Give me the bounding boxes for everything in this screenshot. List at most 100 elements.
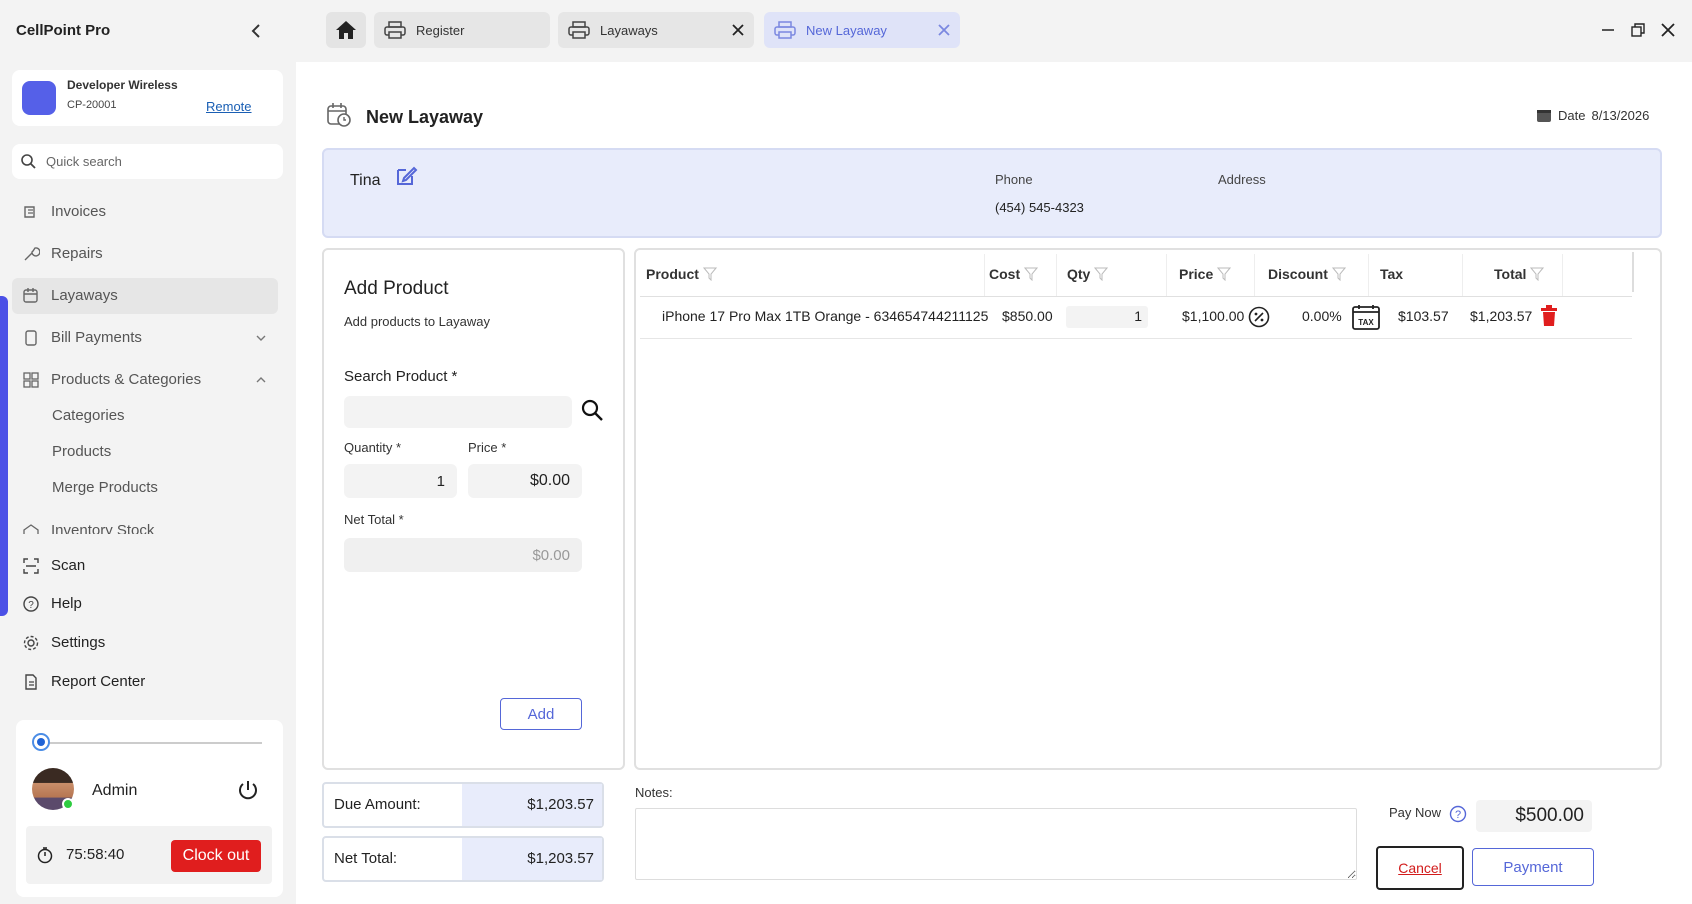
due-amount-value: $1,203.57 (527, 796, 594, 813)
sidebar-item-inventory-stock[interactable]: Inventory Stock (12, 520, 278, 534)
price-input[interactable] (468, 464, 582, 498)
home-icon (336, 21, 356, 39)
tab-layaways[interactable]: Layaways (558, 12, 754, 48)
sidebar-item-settings[interactable]: Settings (12, 625, 278, 661)
sidebar-item-products-categories[interactable]: Products & Categories (12, 362, 278, 398)
restore-icon[interactable] (1630, 22, 1646, 38)
store-avatar (22, 81, 56, 115)
due-amount-label: Due Amount: (334, 796, 421, 813)
add-product-title: Add Product (344, 278, 449, 299)
printer-icon (774, 21, 796, 39)
home-tab[interactable] (326, 12, 366, 48)
trash-icon[interactable] (1540, 305, 1558, 327)
bill-icon (25, 330, 37, 346)
sidebar-item-invoices[interactable]: Invoices (12, 194, 278, 230)
products-table: Product Cost Qty Price Discount Tax Tota… (634, 248, 1662, 770)
tab-label: Layaways (600, 23, 658, 38)
discount-icon[interactable] (1248, 306, 1270, 328)
help-circle-icon[interactable]: ? (1449, 805, 1467, 823)
printer-icon (384, 21, 406, 39)
printer-icon (568, 21, 590, 39)
close-tab-icon[interactable] (936, 22, 952, 38)
svg-text:?: ? (28, 600, 34, 611)
store-card[interactable]: Developer Wireless CP-20001 Remote (12, 70, 283, 126)
price-label: Price * (468, 440, 507, 455)
clock-out-button[interactable]: Clock out (171, 840, 261, 872)
sidebar-item-bill-payments[interactable]: Bill Payments (12, 320, 278, 356)
notes-label: Notes: (635, 785, 673, 800)
close-window-icon[interactable] (1660, 22, 1676, 38)
collapse-sidebar-icon[interactable] (248, 22, 266, 40)
clock-timer: 75:58:40 (66, 846, 125, 863)
chevron-up-icon (256, 377, 266, 383)
sidebar-subitem-products[interactable]: Products (52, 443, 111, 460)
svg-text:?: ? (1455, 809, 1461, 821)
sidebar-subitem-categories[interactable]: Categories (52, 407, 125, 424)
cell-qty[interactable]: 1 (1066, 306, 1148, 328)
edit-icon[interactable] (394, 164, 418, 188)
sidebar-subitem-merge-products[interactable]: Merge Products (52, 479, 158, 496)
add-button[interactable]: Add (500, 698, 582, 730)
store-name: Developer Wireless (67, 78, 178, 92)
sidebar-item-label: Invoices (51, 203, 107, 220)
phone-label: Phone (995, 172, 1033, 187)
payment-button[interactable]: Payment (1472, 848, 1594, 886)
pay-now-label: Pay Now (1389, 805, 1442, 820)
net-total-label: Net Total * (344, 512, 404, 527)
search-icon[interactable] (580, 398, 604, 422)
search-product-input[interactable] (344, 396, 572, 428)
cell-price: $1,100.00 (1182, 308, 1245, 324)
date-label: Date (1558, 107, 1586, 123)
sidebar-item-help[interactable]: ? Help (12, 586, 278, 622)
minimize-icon[interactable] (1600, 22, 1616, 38)
sidebar-scroll-indicator[interactable] (0, 296, 8, 616)
sidebar-item-label: Layaways (51, 287, 118, 304)
online-status-dot (62, 798, 74, 810)
tax-icon[interactable]: TAX (1352, 304, 1380, 330)
products-icon (23, 372, 39, 388)
slider-track[interactable] (40, 742, 262, 744)
net-total-box: Net Total: $1,203.57 (322, 836, 604, 882)
remote-link[interactable]: Remote (206, 99, 252, 114)
sidebar-item-repairs[interactable]: Repairs (12, 236, 278, 272)
help-icon: ? (23, 596, 39, 612)
quick-search-placeholder: Quick search (46, 154, 122, 169)
sidebar-item-label: Report Center (51, 673, 146, 690)
address-label: Address (1218, 172, 1266, 187)
quantity-input[interactable] (344, 464, 457, 498)
close-tab-icon[interactable] (730, 22, 746, 38)
page-date: Date 8/13/2026 (1536, 107, 1649, 123)
table-row[interactable]: iPhone 17 Pro Max 1TB Orange - 634654744… (636, 250, 1636, 340)
slider-knob[interactable] (32, 733, 50, 751)
sidebar-item-layaways[interactable]: Layaways (12, 278, 278, 314)
net-total-input (344, 538, 582, 572)
cancel-button[interactable]: Cancel (1376, 846, 1464, 890)
sidebar-item-label: Help (51, 595, 82, 612)
quick-search-input[interactable]: Quick search (12, 144, 283, 179)
customer-panel: Tina Phone (454) 545-4323 Address (322, 148, 1662, 238)
invoice-icon (24, 206, 35, 218)
pay-now-input[interactable]: $500.00 (1476, 800, 1592, 832)
stopwatch-icon (37, 847, 53, 864)
app-title: CellPoint Pro (16, 22, 111, 39)
sidebar-item-label: Repairs (51, 245, 103, 262)
net-total-field: $1,203.57 (462, 838, 602, 880)
sidebar-item-label: Inventory Stock (51, 522, 155, 534)
power-icon[interactable] (236, 778, 260, 802)
sidebar-item-scan[interactable]: Scan (12, 548, 278, 584)
row-divider (640, 338, 1632, 339)
page-title: New Layaway (366, 107, 484, 127)
scan-icon (23, 558, 39, 574)
sidebar-item-report-center[interactable]: Report Center (12, 664, 278, 700)
store-code: CP-20001 (67, 99, 117, 111)
net-total-value: $1,203.57 (527, 850, 594, 867)
sidebar: CellPoint Pro Developer Wireless CP-2000… (0, 0, 296, 904)
tab-register[interactable]: Register (374, 12, 550, 48)
tab-new-layaway[interactable]: New Layaway (764, 12, 960, 48)
sidebar-item-label: Settings (51, 634, 106, 651)
phone-value: (454) 545-4323 (995, 200, 1084, 215)
sidebar-item-label: Bill Payments (51, 329, 142, 346)
add-product-subtitle: Add products to Layaway (344, 314, 490, 329)
gear-icon (23, 635, 39, 651)
notes-textarea[interactable] (635, 808, 1357, 880)
